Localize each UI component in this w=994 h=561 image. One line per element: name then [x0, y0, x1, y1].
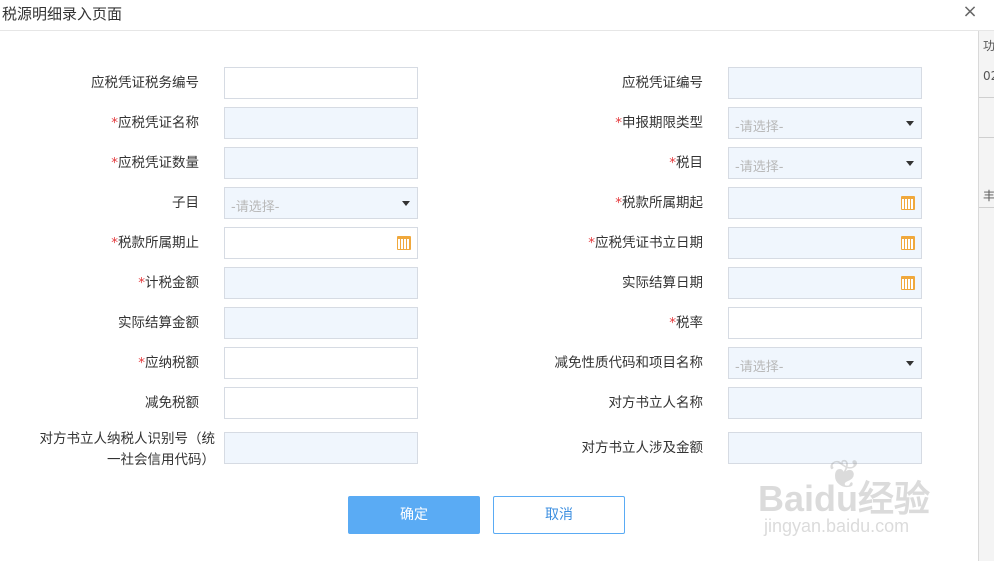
field-label-text: 税款所属期止 — [118, 235, 199, 251]
field-label-text: 实际结算金额 — [118, 315, 199, 331]
text-field[interactable] — [728, 67, 922, 99]
text-field[interactable] — [728, 387, 922, 419]
field-label-text: 对方书立人涉及金额 — [581, 440, 704, 456]
select-placeholder: -请选择- — [735, 160, 784, 175]
select-field[interactable]: -请选择- — [728, 347, 922, 379]
text-field[interactable] — [224, 307, 418, 339]
field-label-text: 实际结算日期 — [622, 275, 703, 291]
field-label: *应税凭证名称 — [111, 115, 199, 131]
date-field[interactable] — [728, 267, 922, 299]
required-mark: * — [669, 315, 676, 331]
background-fragment: 功 — [983, 39, 994, 53]
field-label-text: 税目 — [676, 155, 703, 171]
text-field[interactable] — [224, 347, 418, 379]
required-mark: * — [111, 155, 118, 171]
required-mark: * — [138, 275, 145, 291]
field-label-text: 减免性质代码和项目名称 — [554, 355, 704, 371]
field-label-text: 对方书立人名称 — [608, 395, 704, 411]
dropdown-caret-icon[interactable] — [906, 121, 914, 126]
date-field[interactable] — [728, 227, 922, 259]
dialog-title: 税源明细录入页面 — [2, 5, 123, 23]
date-field[interactable] — [224, 227, 418, 259]
dropdown-caret-icon[interactable] — [402, 201, 410, 206]
field-label: 子目 — [172, 195, 199, 211]
text-field[interactable] — [728, 307, 922, 339]
text-field[interactable] — [224, 67, 418, 99]
text-field[interactable] — [224, 432, 418, 464]
calendar-icon[interactable] — [901, 196, 915, 210]
field-label: 对方书立人涉及金额 — [582, 440, 704, 456]
calendar-icon[interactable] — [901, 236, 915, 250]
field-label: *计税金额 — [138, 275, 199, 291]
field-label: *税目 — [669, 155, 703, 171]
field-label-text: 子目 — [172, 195, 199, 211]
field-label-text: 税款所属期起 — [622, 195, 703, 211]
field-label: *应税凭证书立日期 — [588, 235, 703, 251]
select-placeholder: -请选择- — [735, 360, 784, 375]
field-label-text: 计税金额 — [145, 275, 199, 291]
field-label: *应税凭证数量 — [111, 155, 199, 171]
text-field[interactable] — [224, 387, 418, 419]
field-label: 减免性质代码和项目名称 — [555, 355, 704, 371]
field-label: 实际结算金额 — [118, 315, 199, 331]
background-fragment: 02 — [983, 69, 994, 83]
required-mark: * — [615, 115, 622, 131]
text-field[interactable] — [224, 267, 418, 299]
field-label: *税款所属期起 — [615, 195, 703, 211]
select-placeholder: -请选择- — [735, 120, 784, 135]
select-field[interactable]: -请选择- — [224, 187, 418, 219]
field-label: 对方书立人名称 — [609, 395, 704, 411]
field-label: 应税凭证编号 — [622, 75, 703, 91]
cancel-button[interactable]: 取消 — [493, 496, 625, 534]
field-label: *应纳税额 — [138, 355, 199, 371]
watermark-url: jingyan.baidu.com — [764, 516, 910, 536]
dialog-titlebar: 税源明细录入页面 × — [0, 0, 994, 31]
field-label-text: 应税凭证数量 — [118, 155, 199, 171]
text-field[interactable] — [224, 107, 418, 139]
dropdown-caret-icon[interactable] — [906, 361, 914, 366]
field-label-text: 对方书立人纳税人识别号（统一社会信用代码） — [39, 431, 216, 468]
field-label-text: 应税凭证税务编号 — [91, 75, 199, 91]
field-label-text: 应税凭证名称 — [118, 115, 199, 131]
select-field[interactable]: -请选择- — [728, 147, 922, 179]
field-label-text: 应税凭证编号 — [622, 75, 703, 91]
watermark-brand: Baidu经验 — [758, 478, 931, 519]
select-placeholder: -请选择- — [231, 200, 280, 215]
required-mark: * — [138, 355, 145, 371]
field-label-text: 申报期限类型 — [622, 115, 703, 131]
background-page-edge: 功 02 丰 — [978, 31, 994, 561]
field-label-text: 应税凭证书立日期 — [595, 235, 703, 251]
field-label: *税款所属期止 — [111, 235, 199, 251]
field-label-text: 减免税额 — [145, 395, 199, 411]
close-icon[interactable]: × — [960, 2, 980, 22]
baidu-watermark: ❦ Baidu经验 jingyan.baidu.com — [758, 452, 968, 542]
field-label: *税率 — [669, 315, 703, 331]
background-fragment: 丰 — [983, 189, 994, 203]
field-label-text: 税率 — [676, 315, 703, 331]
required-mark: * — [111, 115, 118, 131]
field-label: 实际结算日期 — [622, 275, 703, 291]
calendar-icon[interactable] — [901, 276, 915, 290]
field-label: 应税凭证税务编号 — [91, 75, 199, 91]
required-mark: * — [588, 235, 595, 251]
tax-source-dialog: 税源明细录入页面 × 应税凭证税务编号 *应税凭证名称 *应税凭证数量 子目 -请选择-… — [0, 0, 994, 561]
select-field[interactable]: -请选择- — [728, 107, 922, 139]
confirm-button[interactable]: 确定 — [348, 496, 480, 534]
field-label: *申报期限类型 — [615, 115, 703, 131]
field-label: 对方书立人纳税人识别号（统一社会信用代码） — [30, 429, 216, 471]
dropdown-caret-icon[interactable] — [906, 161, 914, 166]
required-mark: * — [111, 235, 118, 251]
required-mark: * — [615, 195, 622, 211]
required-mark: * — [669, 155, 676, 171]
calendar-icon[interactable] — [397, 236, 411, 250]
date-field[interactable] — [728, 187, 922, 219]
field-label: 减免税额 — [145, 395, 199, 411]
field-label-text: 应纳税额 — [145, 355, 199, 371]
text-field[interactable] — [224, 147, 418, 179]
